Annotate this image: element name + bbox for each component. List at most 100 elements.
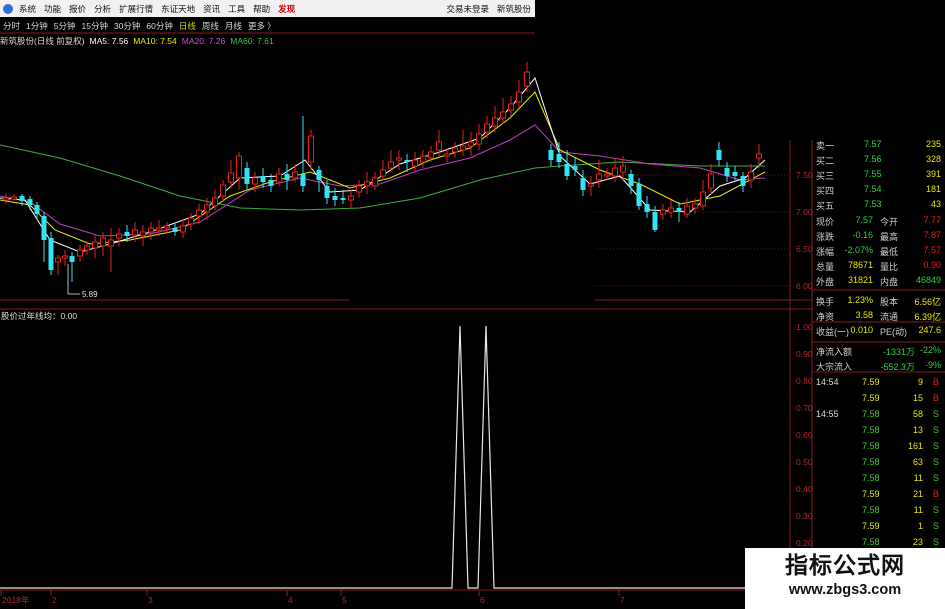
tick-time: 14:55 <box>816 409 839 419</box>
candle <box>172 224 178 236</box>
candle <box>116 228 122 246</box>
bid-volume: 328 <box>925 154 941 164</box>
bid-label: 买五 <box>816 201 835 211</box>
tick-price: 7.58 <box>862 537 880 547</box>
tick-volume: 11 <box>913 473 923 483</box>
tick-row: 7.59 21 B <box>812 488 945 502</box>
candle <box>108 228 114 272</box>
candle <box>300 116 306 192</box>
flow-amount: -552.3万 <box>880 362 915 372</box>
stat-value: 3.58 <box>855 310 873 320</box>
tick-row: 14:55 7.58 58 S <box>812 408 945 422</box>
candle <box>660 204 666 220</box>
tick-price: 7.59 <box>862 521 880 531</box>
flow-label: 净流入额 <box>816 347 853 357</box>
indicator-axis-label: 1.00 <box>796 322 813 332</box>
candle <box>484 116 490 138</box>
candle <box>62 250 68 266</box>
stat-value-2: 247.6 <box>918 325 941 335</box>
tick-side: B <box>932 393 939 403</box>
indicator-axis-label: 0.90 <box>796 349 813 359</box>
tick-row: 7.59 1 S <box>812 520 945 534</box>
stats-row: 净资 3.58 流通 6.39亿 <box>812 309 945 323</box>
quote-label: 涨跌 <box>816 232 835 242</box>
bid-price: 7.54 <box>864 184 882 194</box>
candle <box>244 162 250 190</box>
tick-price: 7.59 <box>862 489 880 499</box>
tick-side: S <box>932 505 939 515</box>
time-axis-label: 2 <box>52 595 57 605</box>
candle <box>69 252 75 282</box>
candle <box>508 96 514 116</box>
stats-row: 换手 1.23% 股本 6.56亿 <box>812 294 945 308</box>
quote-label-2: 最低 <box>880 247 899 257</box>
quote-label: 涨幅 <box>816 247 835 257</box>
price-axis-label: 7.00 <box>796 207 813 217</box>
quote-row: 涨幅 -2.07% 最低 7.57 <box>812 244 945 258</box>
tick-row: 7.58 11 S <box>812 472 945 486</box>
tick-price: 7.59 <box>862 393 880 403</box>
tick-price: 7.58 <box>862 505 880 515</box>
tick-row: 7.58 13 S <box>812 424 945 438</box>
candlestick-chart[interactable]: 7.50 7.00 6.50 6.00 1.00 0.90 0.80 0.70 0.60 0.50… <box>0 0 945 609</box>
stat-value: 0.010 <box>850 325 873 335</box>
candle <box>332 188 338 206</box>
candle <box>348 190 354 208</box>
order-book-row: 买三 7.55 391 <box>812 168 945 182</box>
quote-label-2: 量比 <box>880 262 899 272</box>
bid-price: 7.53 <box>864 199 882 209</box>
tick-side: S <box>932 473 939 483</box>
candle <box>708 164 714 194</box>
quote-label-2: 今开 <box>880 217 899 227</box>
candle <box>48 232 54 275</box>
candle <box>604 168 610 180</box>
tick-volume: 1 <box>917 521 923 531</box>
stat-label-2: PE(动) <box>880 327 908 337</box>
stat-value-2: 6.39亿 <box>914 312 941 322</box>
stat-label: 收益(一) <box>816 327 849 337</box>
tick-row: 7.58 11 S <box>812 504 945 518</box>
quote-value-2: 0.90 <box>923 260 941 270</box>
tick-price: 7.58 <box>862 473 880 483</box>
candle <box>644 196 650 218</box>
indicator-axis-label: 0.70 <box>796 403 813 413</box>
candle <box>572 158 578 176</box>
candle <box>316 166 322 192</box>
tick-side: B <box>932 377 939 387</box>
candle <box>228 160 234 188</box>
price-axis-label: 6.50 <box>796 244 813 254</box>
bid-volume: 43 <box>930 199 941 209</box>
candle <box>188 213 194 230</box>
bid-label: 买三 <box>816 171 835 181</box>
time-axis-label: 2018年 <box>2 595 30 605</box>
moving-average-lines <box>0 76 766 295</box>
tick-price: 7.58 <box>862 409 880 419</box>
tick-volume: 58 <box>912 409 923 419</box>
bid-price: 7.56 <box>864 154 882 164</box>
quote-value: 7.57 <box>855 215 873 225</box>
candle <box>580 170 586 196</box>
money-flow-row: 净流入额 -1331万 -22% <box>812 344 945 358</box>
tick-volume: 21 <box>912 489 923 499</box>
tick-volume: 161 <box>907 441 923 451</box>
candle <box>41 212 47 262</box>
candle <box>412 152 418 172</box>
indicator-legend: 股价过年线均：0.00 <box>1 311 78 321</box>
candles <box>3 62 762 282</box>
candle <box>468 132 474 156</box>
candle <box>340 190 346 204</box>
candle <box>612 158 618 182</box>
tick-volume: 9 <box>917 377 923 387</box>
indicator-axis-label: 0.30 <box>796 511 813 521</box>
tick-row: 14:54 7.59 9 B <box>812 376 945 390</box>
tick-side: S <box>932 441 939 451</box>
low-price-marker: 5.89 <box>82 290 98 299</box>
bid-volume: 235 <box>925 139 941 149</box>
indicator-axis-label: 0.50 <box>796 457 813 467</box>
candle <box>11 194 17 201</box>
candle <box>27 196 33 210</box>
flow-pct: -9% <box>924 360 941 370</box>
candle <box>724 162 730 182</box>
quote-value-2: 46849 <box>915 275 941 285</box>
candle <box>380 160 386 180</box>
